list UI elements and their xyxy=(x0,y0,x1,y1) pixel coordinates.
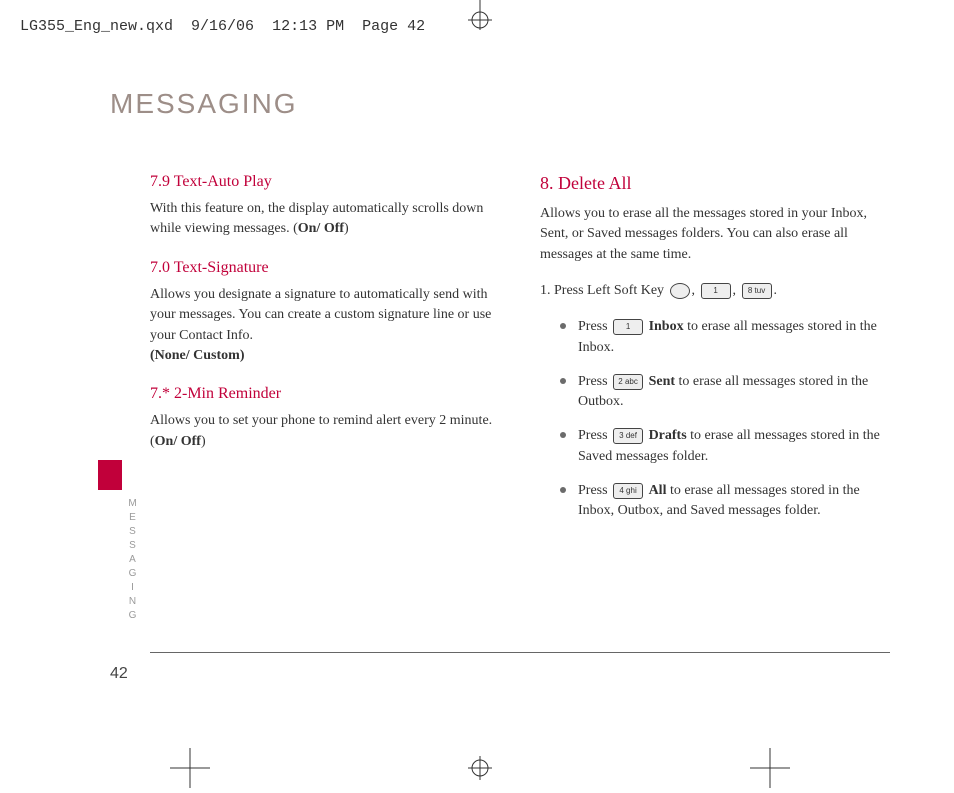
crop-mark-top-icon xyxy=(430,0,530,40)
heading-delete-all: 8. Delete All xyxy=(540,170,890,196)
list-item: Press 2 abc Sent to erase all messages s… xyxy=(560,372,890,413)
list-item: Press 1 Inbox to erase all messages stor… xyxy=(560,317,890,358)
prepress-header: LG355_Eng_new.qxd 9/16/06 12:13 PM Page … xyxy=(20,18,425,35)
key-8-icon: 8 tuv xyxy=(742,283,772,299)
header-time: 12:13 PM xyxy=(272,18,344,35)
text: Allows you designate a signature to auto… xyxy=(150,287,491,343)
text: Press xyxy=(578,374,611,389)
page-number: 42 xyxy=(110,665,128,683)
para-2min-reminder: Allows you to set your phone to remind a… xyxy=(150,411,500,452)
key-2-icon: 2 abc xyxy=(613,374,643,390)
key-3-icon: 3 def xyxy=(613,428,643,444)
text: Press xyxy=(578,428,611,443)
option-sent: Sent xyxy=(649,374,675,389)
text: ) xyxy=(344,221,349,236)
para-text-auto-play: With this feature on, the display automa… xyxy=(150,199,500,240)
list-item: Press 4 ghi All to erase all messages st… xyxy=(560,481,890,522)
heading-text-auto-play: 7.9 Text-Auto Play xyxy=(150,170,500,193)
page-title: MESSAGING xyxy=(110,88,298,120)
list-item: Press 3 def Drafts to erase all messages… xyxy=(560,426,890,467)
option-drafts: Drafts xyxy=(649,428,687,443)
option-inbox: Inbox xyxy=(649,319,684,334)
step-press-left-soft-key: 1. Press Left Soft Key , 1, 8 tuv. xyxy=(540,281,890,301)
para-text-signature: Allows you designate a signature to auto… xyxy=(150,285,500,366)
text: ) xyxy=(201,434,206,449)
heading-2min-reminder: 7.* 2-Min Reminder xyxy=(150,382,500,405)
section-side-label: MESSAGING xyxy=(127,498,138,624)
right-column: 8. Delete All Allows you to erase all th… xyxy=(540,170,890,536)
key-1-icon: 1 xyxy=(701,283,731,299)
text: Press xyxy=(578,483,611,498)
section-tab xyxy=(98,460,122,490)
key-4-icon: 4 ghi xyxy=(613,483,643,499)
crop-mark-bottom-icon xyxy=(170,743,790,793)
footer-rule xyxy=(150,652,890,653)
text: 1. Press Left Soft Key xyxy=(540,283,668,298)
heading-text-signature: 7.0 Text-Signature xyxy=(150,256,500,279)
content-area: 7.9 Text-Auto Play With this feature on,… xyxy=(150,170,890,536)
key-1-icon: 1 xyxy=(613,319,643,335)
option-on-off: On/ Off xyxy=(155,434,201,449)
left-column: 7.9 Text-Auto Play With this feature on,… xyxy=(150,170,500,536)
header-date: 9/16/06 xyxy=(191,18,254,35)
para-delete-all-intro: Allows you to erase all the messages sto… xyxy=(540,204,890,265)
header-page: Page 42 xyxy=(362,18,425,35)
option-none-custom: (None/ Custom) xyxy=(150,348,245,363)
header-file: LG355_Eng_new.qxd xyxy=(20,18,173,35)
option-on-off: On/ Off xyxy=(298,221,344,236)
soft-key-icon xyxy=(670,283,690,299)
delete-all-options: Press 1 Inbox to erase all messages stor… xyxy=(540,317,890,521)
option-all: All xyxy=(649,483,667,498)
text: Press xyxy=(578,319,611,334)
